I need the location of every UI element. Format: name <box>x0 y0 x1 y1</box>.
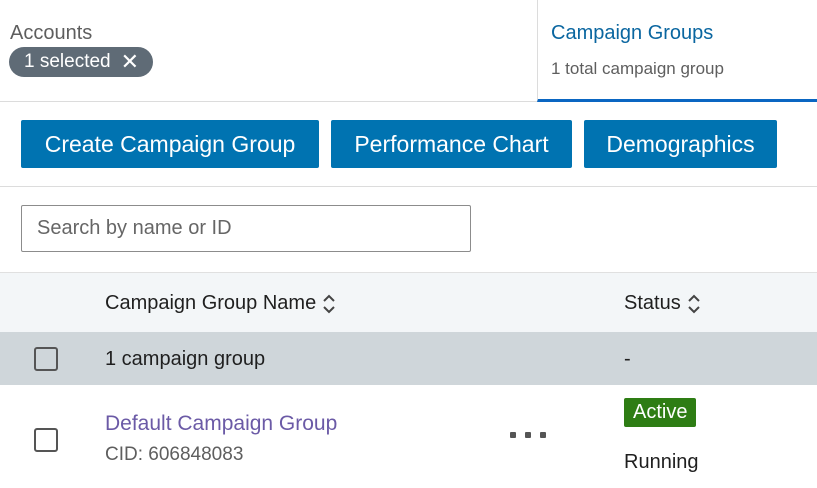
status-text: Running <box>624 451 699 473</box>
column-header-status[interactable]: Status <box>624 292 701 315</box>
campaign-group-link[interactable]: Default Campaign Group <box>105 412 337 436</box>
tab-title: Campaign Groups <box>551 22 714 44</box>
more-options-icon[interactable] <box>510 425 546 445</box>
group-summary-row: 1 campaign group - <box>0 332 817 385</box>
dot <box>525 432 531 438</box>
column-header-name[interactable]: Campaign Group Name <box>105 292 336 315</box>
column-name-label: Campaign Group Name <box>105 292 317 314</box>
search-input[interactable] <box>21 205 471 252</box>
tab-subtitle: 1 total campaign group <box>551 59 724 78</box>
group-status: - <box>624 348 631 370</box>
sort-icon[interactable] <box>687 293 701 315</box>
demographics-button[interactable]: Demographics <box>584 120 777 168</box>
performance-chart-button[interactable]: Performance Chart <box>331 120 572 168</box>
group-count-label: 1 campaign group <box>105 348 266 370</box>
close-icon[interactable]: ✕ <box>121 51 139 73</box>
selected-accounts-pill[interactable]: 1 selected ✕ <box>9 47 154 77</box>
selected-count: 1 selected <box>24 51 111 72</box>
column-status-label: Status <box>624 292 681 314</box>
accounts-label: Accounts <box>10 22 93 44</box>
create-campaign-group-button[interactable]: Create Campaign Group <box>21 120 319 168</box>
status-badge: Active <box>624 398 697 427</box>
sort-icon[interactable] <box>322 293 336 315</box>
dot <box>540 432 546 438</box>
table-header: Campaign Group Name Status <box>0 272 817 332</box>
campaign-group-cid: CID: 606848083 <box>105 444 244 465</box>
select-all-checkbox[interactable] <box>34 347 58 371</box>
table-row: Default Campaign Group CID: 606848083 Ac… <box>0 385 817 488</box>
header: Accounts 1 selected ✕ Campaign Groups 1 … <box>0 0 817 102</box>
dot <box>510 432 516 438</box>
row-checkbox[interactable] <box>34 428 58 452</box>
tab-campaign-groups[interactable]: Campaign Groups 1 total campaign group <box>537 0 817 102</box>
toolbar: Create Campaign Group Performance Chart … <box>0 102 817 187</box>
